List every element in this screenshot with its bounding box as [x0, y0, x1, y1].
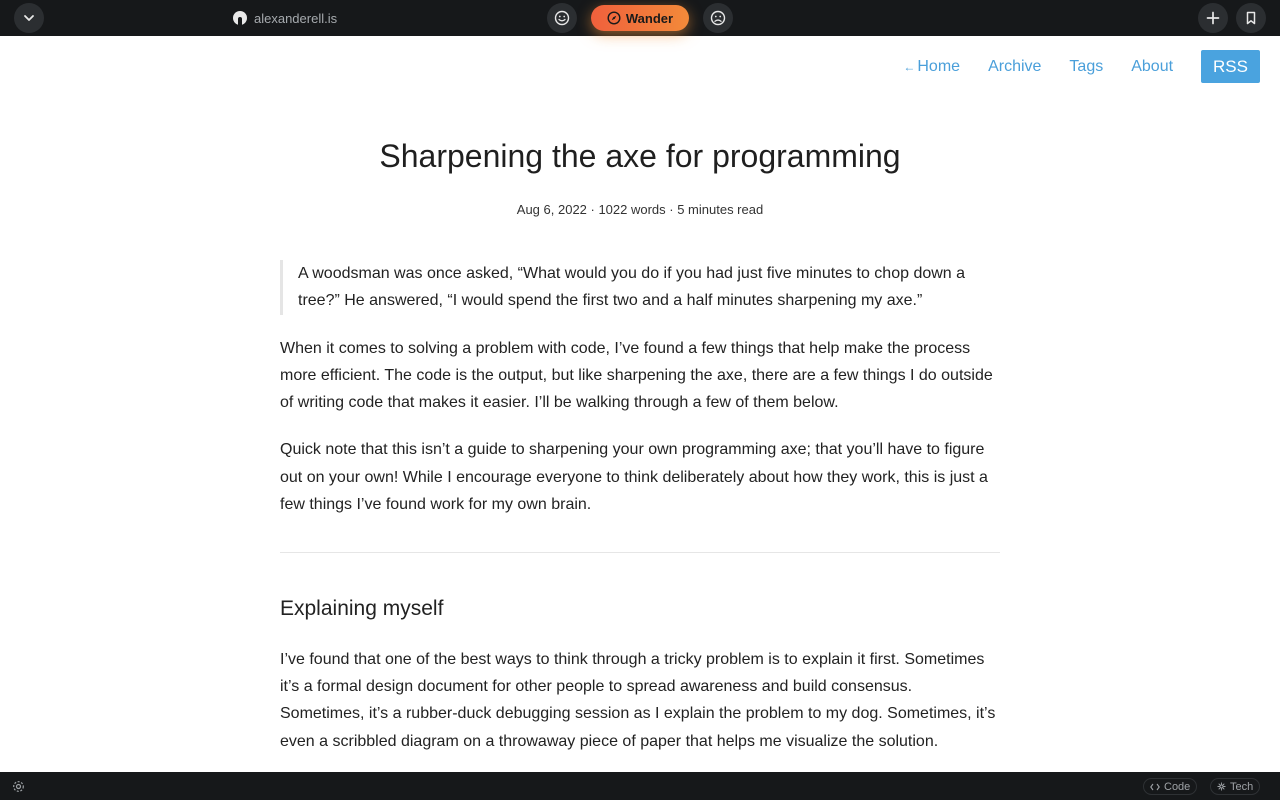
- code-icon: [1150, 783, 1160, 790]
- browser-top-bar: alexanderell.is Wander: [0, 0, 1280, 36]
- tag-tech-label: Tech: [1230, 780, 1254, 793]
- intro-paragraph-1: When it comes to solving a problem with …: [280, 339, 993, 412]
- gear-icon: [13, 781, 24, 792]
- plus-icon: [1206, 11, 1220, 25]
- chevron-down-icon: [24, 15, 34, 21]
- browser-bottom-bar: Code Tech: [0, 772, 1280, 800]
- section-paragraph: I’ve found that one of the best ways to …: [280, 650, 996, 750]
- bookmark-icon: [1246, 11, 1256, 25]
- settings-button[interactable]: [12, 780, 25, 798]
- bookmark-button[interactable]: [1236, 3, 1266, 33]
- intro-paragraph-2: Quick note that this isn’t a guide to sh…: [280, 441, 988, 514]
- tag-code-label: Code: [1164, 780, 1191, 793]
- article-meta: Aug 6, 2022 · 1022 words · 5 minutes rea…: [516, 202, 764, 217]
- section-heading: Explaining myself: [280, 597, 444, 621]
- section-divider: [280, 552, 1000, 554]
- wander-button[interactable]: Wander: [591, 5, 689, 31]
- tag-code[interactable]: Code: [1143, 778, 1198, 795]
- nav-tags-link[interactable]: Tags: [1069, 58, 1103, 76]
- site-favicon-icon: [233, 11, 247, 25]
- opening-quote: A woodsman was once asked, “What would y…: [280, 260, 1000, 315]
- nav-archive-link[interactable]: Archive: [988, 58, 1041, 76]
- site-nav: ← Home Archive Tags About RSS: [875, 50, 1260, 83]
- like-button[interactable]: [547, 3, 577, 33]
- compass-icon: [607, 11, 621, 25]
- article-title: Sharpening the axe for programming: [379, 138, 901, 174]
- add-button[interactable]: [1198, 3, 1228, 33]
- frown-icon: [710, 10, 726, 26]
- nav-home-link[interactable]: ← Home: [903, 58, 960, 76]
- nav-home-label: Home: [917, 57, 961, 75]
- tag-tech[interactable]: Tech: [1210, 778, 1261, 795]
- smile-icon: [554, 10, 570, 26]
- dislike-button[interactable]: [703, 3, 733, 33]
- rss-button[interactable]: RSS: [1201, 50, 1260, 83]
- collapse-menu-button[interactable]: [14, 3, 44, 33]
- article-body: A woodsman was once asked, “What would y…: [280, 260, 1000, 775]
- nav-about-link[interactable]: About: [1131, 58, 1173, 76]
- url-text: alexanderell.is: [254, 10, 338, 26]
- back-arrow-icon: ←: [903, 59, 916, 74]
- url-display[interactable]: alexanderell.is: [233, 9, 337, 27]
- chip-icon: [1217, 782, 1226, 791]
- wander-label: Wander: [625, 10, 674, 26]
